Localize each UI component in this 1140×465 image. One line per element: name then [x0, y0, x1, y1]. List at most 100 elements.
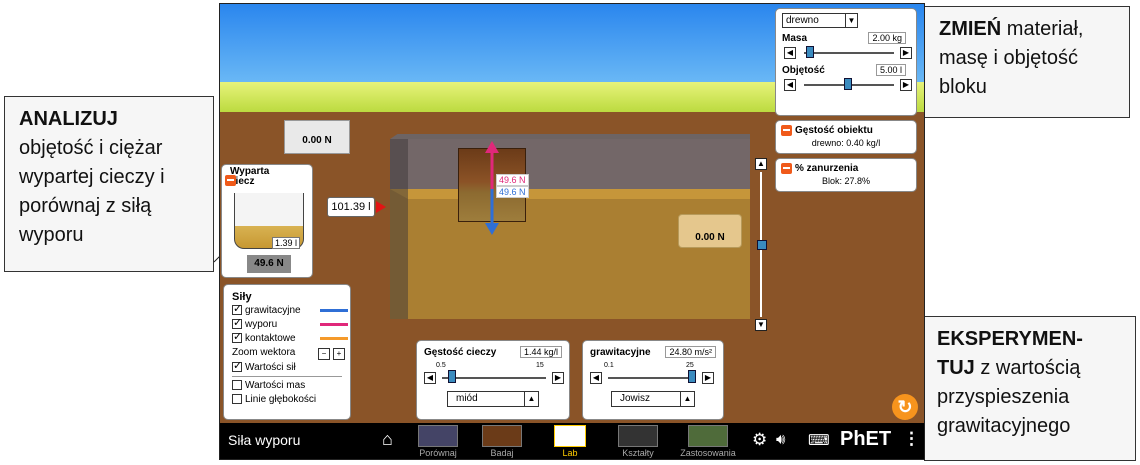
- object-density-panel: Gęstość obiektu drewno: 0.40 kg/l: [775, 120, 917, 154]
- pool-level-handle[interactable]: [757, 240, 767, 250]
- volume-decrement[interactable]: ◀: [784, 79, 796, 91]
- gravity-slider-handle[interactable]: [688, 370, 696, 383]
- tab-explore-label: Badaj: [490, 448, 514, 458]
- buoyancy-force-label: 49.6 N: [496, 174, 529, 186]
- buoyancy-arrow-icon: [320, 323, 348, 326]
- displaced-volume: 1.39 l: [272, 237, 301, 249]
- sound-icon[interactable]: 🔊︎: [776, 431, 785, 448]
- contact-checkbox-row[interactable]: kontaktowe: [232, 330, 348, 347]
- tab-lab[interactable]: Lab: [546, 423, 594, 458]
- fluid-value: miód: [456, 393, 478, 404]
- reset-icon: ↻: [897, 397, 913, 417]
- gravity-panel: grawitacyjne 24.80 m/s² 0.1 25 ◀ ▶ Jowisz ▲: [582, 340, 724, 420]
- displaced-weight: 49.6 N: [254, 258, 284, 269]
- mass-values-checkbox[interactable]: [232, 380, 242, 391]
- gravity-decrement[interactable]: ◀: [590, 372, 602, 384]
- density-title: Gęstość obiektu: [795, 125, 873, 136]
- pool-level-scroll-up[interactable]: ▲: [755, 158, 767, 170]
- pool-level-marker-icon[interactable]: [376, 201, 386, 213]
- material-panel: drewno ▼ Masa 2.00 kg ◀ ▶ Objętość 5.00 l ◀ ▶: [775, 8, 917, 116]
- mass-values-label: Wartości mas: [245, 380, 306, 391]
- fluid-decrement[interactable]: ◀: [424, 372, 436, 384]
- material-select[interactable]: drewno ▼: [782, 13, 858, 28]
- displaced-fluid-panel: Wyparta ciecz 1.39 l 49.6 N: [221, 164, 313, 278]
- pool-level-scroll-down[interactable]: ▼: [755, 319, 767, 331]
- planet-select[interactable]: Jowisz ▲: [611, 391, 695, 407]
- zoom-out-button[interactable]: −: [318, 348, 330, 360]
- collapse-submerged-icon[interactable]: [781, 162, 792, 174]
- buoyancy-checkbox[interactable]: [232, 316, 242, 330]
- force-values-checkbox[interactable]: [232, 359, 242, 373]
- left-scale-value: 0.00 N: [302, 135, 332, 146]
- zoom-label: Zoom wektora: [232, 347, 296, 358]
- tab-lab-thumb: [554, 425, 586, 447]
- mass-increment[interactable]: ▶: [900, 47, 912, 59]
- displaced-fluid-title: Wyparta ciecz: [230, 166, 270, 187]
- fluid-slider-handle[interactable]: [448, 370, 456, 383]
- mass-label: Masa: [782, 33, 808, 44]
- reset-all-button[interactable]: ↻: [892, 394, 918, 420]
- volume-label: Objętość: [782, 65, 825, 76]
- mass-slider-track: [804, 52, 894, 54]
- right-scale-value: 0.00 N: [695, 232, 725, 243]
- tab-explore[interactable]: Badaj: [478, 423, 526, 458]
- volume-slider-handle[interactable]: [844, 78, 852, 90]
- collapse-density-icon[interactable]: [781, 124, 792, 136]
- fluid-increment[interactable]: ▶: [552, 372, 564, 384]
- displaced-weight-scale: 49.6 N: [247, 255, 291, 273]
- fluid-density-panel: Gęstość cieczy 1.44 kg/l 0.5 15 ◀ ▶ miód ▲: [416, 340, 570, 420]
- force-values-label: Wartości sił: [245, 362, 296, 373]
- depth-lines-row[interactable]: Linie głębokości: [232, 394, 342, 408]
- mass-slider-handle[interactable]: [806, 46, 814, 58]
- contact-checkbox[interactable]: [232, 330, 242, 344]
- fluid-max: 15: [536, 362, 544, 369]
- phet-logo[interactable]: PhET: [840, 428, 891, 451]
- collapse-displaced-icon[interactable]: [225, 175, 236, 186]
- gravity-title: grawitacyjne: [590, 347, 651, 358]
- pool-level-readout: 101.39 l: [327, 197, 375, 217]
- fluid-min: 0.5: [436, 362, 446, 369]
- zoom-row: Zoom wektora − +: [232, 347, 345, 362]
- planet-value: Jowisz: [620, 393, 651, 404]
- zoom-in-button[interactable]: +: [333, 348, 345, 360]
- keyboard-icon[interactable]: ⌨: [808, 431, 830, 449]
- simulation-area: 49.6 N 49.6 N 101.39 l ▲ ▼ 0.00 N 0.00 N…: [219, 3, 925, 460]
- menu-dots-icon[interactable]: ⋮: [903, 429, 920, 449]
- tab-lab-label: Lab: [562, 448, 578, 458]
- gravity-checkbox[interactable]: [232, 302, 242, 316]
- forces-title: Siły: [232, 291, 252, 303]
- force-values-row[interactable]: Wartości sił: [232, 359, 342, 377]
- tab-shapes[interactable]: Kształty: [614, 423, 662, 458]
- volume-increment[interactable]: ▶: [900, 79, 912, 91]
- density-value: drewno: 0.40 kg/l: [811, 138, 881, 148]
- home-icon[interactable]: ⌂: [382, 429, 393, 450]
- depth-lines-checkbox[interactable]: [232, 394, 242, 405]
- fluid-select[interactable]: miód ▲: [447, 391, 539, 407]
- right-scale[interactable]: 0.00 N: [678, 214, 742, 248]
- tab-shapes-thumb: [618, 425, 658, 447]
- tab-applications[interactable]: Zastosowania: [678, 423, 738, 458]
- gravity-value: 24.80 m/s²: [665, 346, 716, 358]
- gravity-checkbox-row[interactable]: grawitacyjne: [232, 302, 348, 319]
- gravity-slider-track: [608, 377, 696, 379]
- dropdown-arrow-icon: ▼: [845, 14, 857, 27]
- gravity-force-label: 49.6 N: [496, 186, 529, 198]
- submerged-value: Blok: 27.8%: [821, 176, 871, 186]
- depth-lines-label: Linie głębokości: [245, 394, 317, 405]
- tab-shapes-label: Kształty: [622, 448, 654, 458]
- mass-decrement[interactable]: ◀: [784, 47, 796, 59]
- buoyancy-label: wyporu: [245, 319, 278, 330]
- submerged-title: % zanurzenia: [795, 163, 859, 174]
- gravity-increment[interactable]: ▶: [702, 372, 714, 384]
- tab-applications-thumb: [688, 425, 728, 447]
- buoyancy-checkbox-row[interactable]: wyporu: [232, 316, 348, 333]
- fluid-density-title: Gęstość cieczy: [424, 347, 497, 358]
- fluid-slider-track: [442, 377, 546, 379]
- settings-gear-icon[interactable]: ⚙: [752, 430, 767, 450]
- tab-compare[interactable]: Porównaj: [414, 423, 462, 458]
- mass-values-row[interactable]: Wartości mas: [232, 380, 342, 394]
- tab-explore-thumb: [482, 425, 522, 447]
- sim-title: Siła wyporu: [228, 432, 301, 448]
- left-scale[interactable]: 0.00 N: [284, 120, 350, 154]
- gravity-arrow-icon: [320, 309, 348, 312]
